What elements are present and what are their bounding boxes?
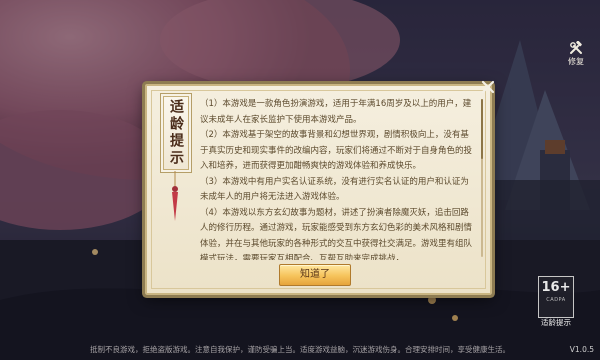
close-icon: [481, 80, 495, 94]
scrollbar-thumb[interactable]: [481, 99, 483, 159]
close-button[interactable]: [478, 77, 498, 97]
notice-paragraph-2: （2）本游戏基于架空的故事背景和幻想世界观，剧情积极向上，没有基于真实历史和现实…: [200, 130, 473, 171]
confirm-button[interactable]: 知道了: [279, 264, 351, 286]
tassel-icon: [172, 171, 178, 221]
age-rating-number: 16+: [541, 280, 571, 295]
notice-text-area[interactable]: （1）本游戏是一款角色扮演游戏，适用于年满16周岁及以上的用户，建议未成年人在家…: [200, 97, 476, 260]
notice-paragraph-1: （1）本游戏是一款角色扮演游戏，适用于年满16周岁及以上的用户，建议未成年人在家…: [200, 99, 472, 125]
notice-paragraph-3: （3）本游戏中有用户实名认证系统，没有进行实名认证的用户和认证为未成年人的用户将…: [200, 176, 469, 203]
notice-scrollbar[interactable]: [481, 99, 483, 257]
notice-paragraph-4: （4）本游戏以东方玄幻故事为题材，讲述了扮演者除魔灭妖，追击回路人的修行历程。通…: [200, 207, 473, 261]
age-rating-org: CADPA: [546, 297, 566, 303]
repair-label: 修复: [568, 57, 584, 66]
age-notice-banner: 适龄提示: [160, 93, 192, 173]
hammer-wrench-icon: [570, 41, 582, 54]
age-rating-label[interactable]: 适龄提示: [536, 317, 576, 328]
repair-button[interactable]: 修复: [558, 36, 594, 72]
health-notice-footer: 抵制不良游戏，拒绝盗版游戏。注意自我保护，谨防受骗上当。适度游戏益脑，沉迷游戏伤…: [90, 345, 510, 354]
banner-title: 适龄提示: [168, 99, 184, 167]
version-label: V1.0.5: [569, 345, 594, 354]
age-rating-badge[interactable]: 16+ CADPA: [538, 276, 574, 318]
